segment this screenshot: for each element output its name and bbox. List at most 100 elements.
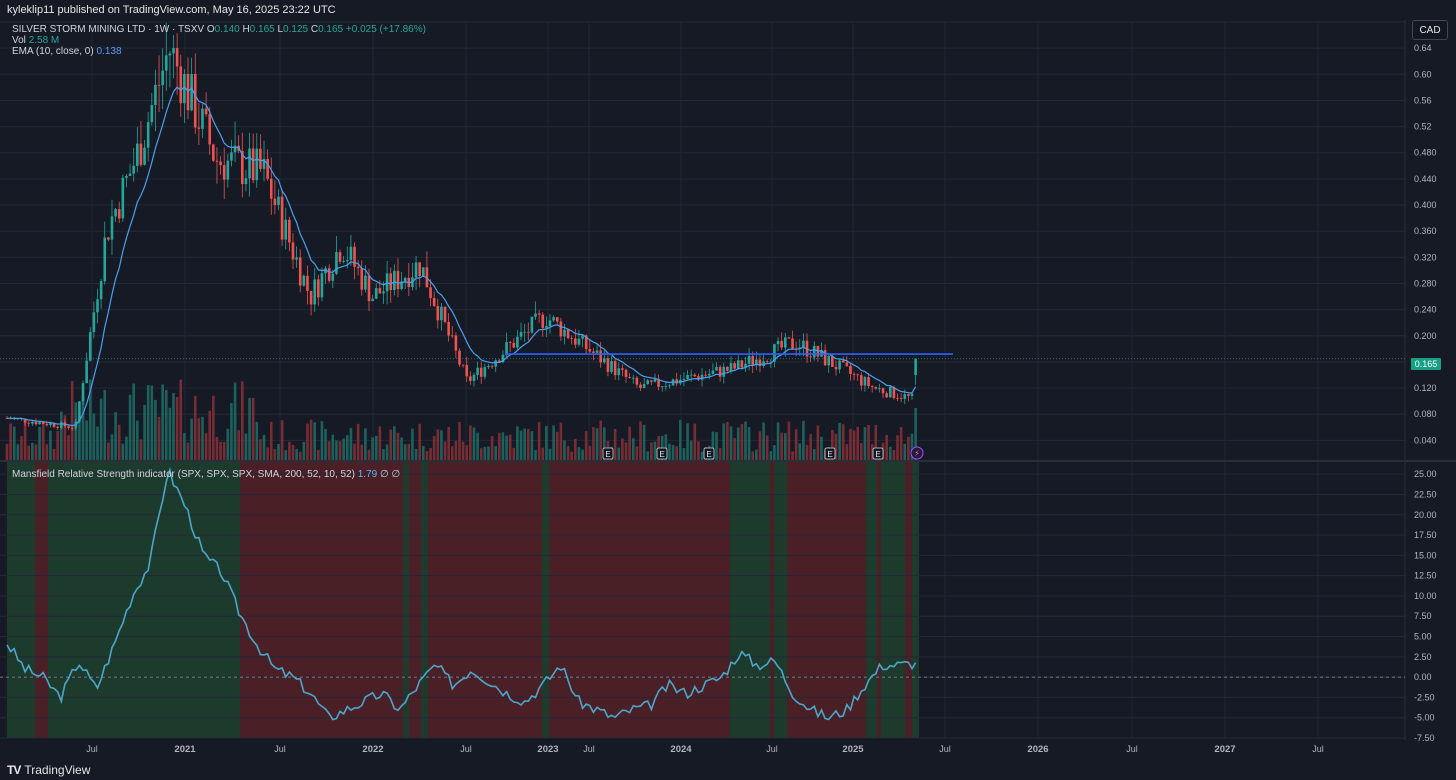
candle-body bbox=[371, 298, 374, 302]
volume-bar bbox=[157, 416, 161, 460]
candle-body bbox=[863, 377, 867, 386]
candle-body bbox=[295, 257, 298, 260]
volume-bar bbox=[599, 420, 602, 460]
candle-body bbox=[143, 147, 146, 165]
volume-bar bbox=[498, 432, 501, 460]
candle-body bbox=[219, 161, 222, 166]
volume-bar bbox=[888, 446, 892, 460]
candle-body bbox=[273, 198, 277, 205]
candle-body bbox=[711, 370, 715, 374]
candle-body bbox=[508, 342, 512, 343]
candle-body bbox=[81, 383, 85, 402]
candle-body bbox=[899, 398, 903, 399]
currency-button[interactable]: CAD bbox=[1412, 20, 1448, 40]
close-label: C bbox=[310, 24, 319, 35]
candle-body bbox=[38, 422, 41, 425]
volume-bar bbox=[237, 430, 240, 460]
candle-body bbox=[230, 152, 233, 161]
candle-body bbox=[736, 360, 740, 369]
symbol-title[interactable]: SILVER STORM MINING LTD · 1W · TSXV bbox=[12, 24, 204, 35]
candle-body bbox=[99, 281, 103, 300]
volume-bar bbox=[534, 450, 537, 460]
candle-body bbox=[476, 367, 479, 375]
indicator-label[interactable]: Mansfield Relative Strength indicator (S… bbox=[12, 469, 355, 480]
volume-bar bbox=[563, 440, 566, 460]
candle-body bbox=[479, 367, 483, 377]
volume-bar bbox=[349, 427, 353, 460]
x-axis-label: Jul bbox=[460, 744, 472, 754]
volume-value: 2.58 M bbox=[28, 35, 60, 46]
candle-body bbox=[888, 386, 892, 398]
candle-body bbox=[432, 297, 436, 306]
volume-bar bbox=[907, 436, 910, 460]
candle-body bbox=[907, 394, 910, 396]
ema-label[interactable]: EMA (10, close, 0) bbox=[12, 46, 94, 57]
candle-body bbox=[646, 380, 650, 385]
candle-body bbox=[117, 209, 121, 219]
x-axis-label: 2025 bbox=[842, 744, 864, 755]
candle-body bbox=[422, 267, 425, 276]
volume-bar bbox=[472, 427, 476, 460]
volume-label[interactable]: Vol bbox=[12, 35, 26, 46]
chart-area[interactable]: 0.0400.0800.1200.1600.2000.2400.2800.320… bbox=[0, 20, 1456, 760]
volume-bar bbox=[526, 429, 530, 460]
candle-body bbox=[512, 342, 516, 348]
candle-body bbox=[751, 356, 755, 365]
candle-body bbox=[809, 356, 812, 358]
price-axis-label: 0.280 bbox=[1414, 278, 1437, 288]
volume-bar bbox=[845, 444, 849, 460]
volume-bar bbox=[255, 422, 259, 460]
volume-bar bbox=[298, 451, 302, 460]
candle-body bbox=[288, 219, 291, 243]
volume-bar bbox=[41, 421, 45, 460]
volume-bar bbox=[856, 426, 859, 460]
candle-body bbox=[812, 345, 816, 358]
volume-bar bbox=[899, 427, 903, 460]
volume-bar bbox=[233, 382, 237, 460]
candle-body bbox=[704, 374, 707, 376]
volume-bar bbox=[12, 426, 16, 460]
x-axis-label: Jul bbox=[274, 744, 286, 754]
earnings-marker-label: E bbox=[659, 450, 664, 459]
rs-axis-label: 10.00 bbox=[1414, 591, 1437, 601]
candle-body bbox=[280, 196, 284, 240]
volume-bar bbox=[201, 416, 204, 460]
candle-body bbox=[903, 394, 907, 399]
candle-body bbox=[248, 148, 251, 179]
volume-bar bbox=[624, 442, 628, 460]
candle-body bbox=[396, 270, 400, 290]
price-axis-label: 0.080 bbox=[1414, 409, 1437, 419]
volume-bar bbox=[671, 445, 675, 460]
tradingview-logo[interactable]: TV TradingView bbox=[7, 763, 90, 777]
volume-bar bbox=[505, 435, 508, 460]
volume-bar bbox=[461, 441, 465, 460]
candle-body bbox=[161, 70, 164, 86]
candle-body bbox=[787, 337, 791, 339]
volume-bar bbox=[784, 433, 787, 460]
candle-body bbox=[139, 143, 143, 165]
open-label: O bbox=[206, 24, 215, 35]
volume-bar bbox=[324, 428, 327, 460]
volume-bar bbox=[838, 422, 841, 460]
candle-body bbox=[56, 426, 59, 428]
rs-background-band bbox=[774, 462, 787, 738]
candle-body bbox=[675, 379, 678, 384]
volume-bar bbox=[78, 420, 81, 460]
volume-bar bbox=[335, 440, 338, 460]
volume-bar bbox=[613, 428, 617, 460]
volume-bar bbox=[490, 436, 494, 460]
candle-body bbox=[70, 427, 74, 429]
candle-body bbox=[443, 306, 447, 322]
volume-bar bbox=[269, 421, 273, 460]
volume-bar bbox=[364, 428, 367, 460]
volume-bar bbox=[621, 438, 624, 460]
rs-axis-label: 15.00 bbox=[1414, 550, 1437, 560]
candle-body bbox=[378, 288, 382, 294]
candle-body bbox=[635, 377, 639, 385]
volume-bar bbox=[896, 435, 899, 460]
candle-body bbox=[664, 386, 668, 387]
volume-bar bbox=[776, 422, 780, 460]
candle-body bbox=[96, 299, 99, 313]
volume-bar bbox=[338, 441, 342, 460]
volume-bar bbox=[440, 430, 443, 460]
